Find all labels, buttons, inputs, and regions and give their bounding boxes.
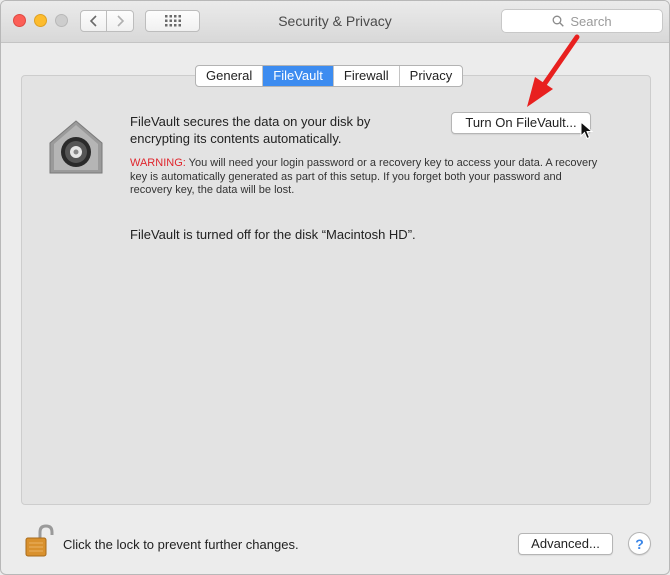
filevault-safe-icon: [49, 120, 103, 174]
search-icon: [552, 15, 565, 27]
help-button[interactable]: ?: [628, 532, 651, 555]
tab-privacy[interactable]: Privacy: [400, 66, 463, 86]
turn-on-filevault-button[interactable]: Turn On FileVault...: [451, 112, 591, 134]
tab-bar: General FileVault Firewall Privacy: [195, 65, 464, 87]
search-field[interactable]: Search: [501, 9, 663, 33]
warning-text: You will need your login password or a r…: [130, 157, 598, 196]
advanced-button[interactable]: Advanced...: [518, 533, 613, 555]
lock-status-text: Click the lock to prevent further change…: [63, 537, 299, 552]
filevault-description: FileVault secures the data on your disk …: [130, 114, 371, 146]
search-placeholder: Search: [570, 13, 612, 29]
security-privacy-window: Security & Privacy Search General FileVa…: [0, 0, 670, 575]
tab-filevault[interactable]: FileVault: [263, 66, 334, 86]
mouse-pointer-icon: [580, 121, 594, 140]
filevault-warning: WARNING: You will need your login passwo…: [130, 157, 600, 198]
annotation-arrow-icon: [527, 34, 580, 107]
unlocked-padlock-icon[interactable]: [23, 523, 55, 559]
tab-firewall[interactable]: Firewall: [334, 66, 400, 86]
warning-label: WARNING:: [130, 157, 186, 169]
tab-general[interactable]: General: [196, 66, 264, 86]
filevault-status: FileVault is turned off for the disk “Ma…: [130, 227, 416, 242]
